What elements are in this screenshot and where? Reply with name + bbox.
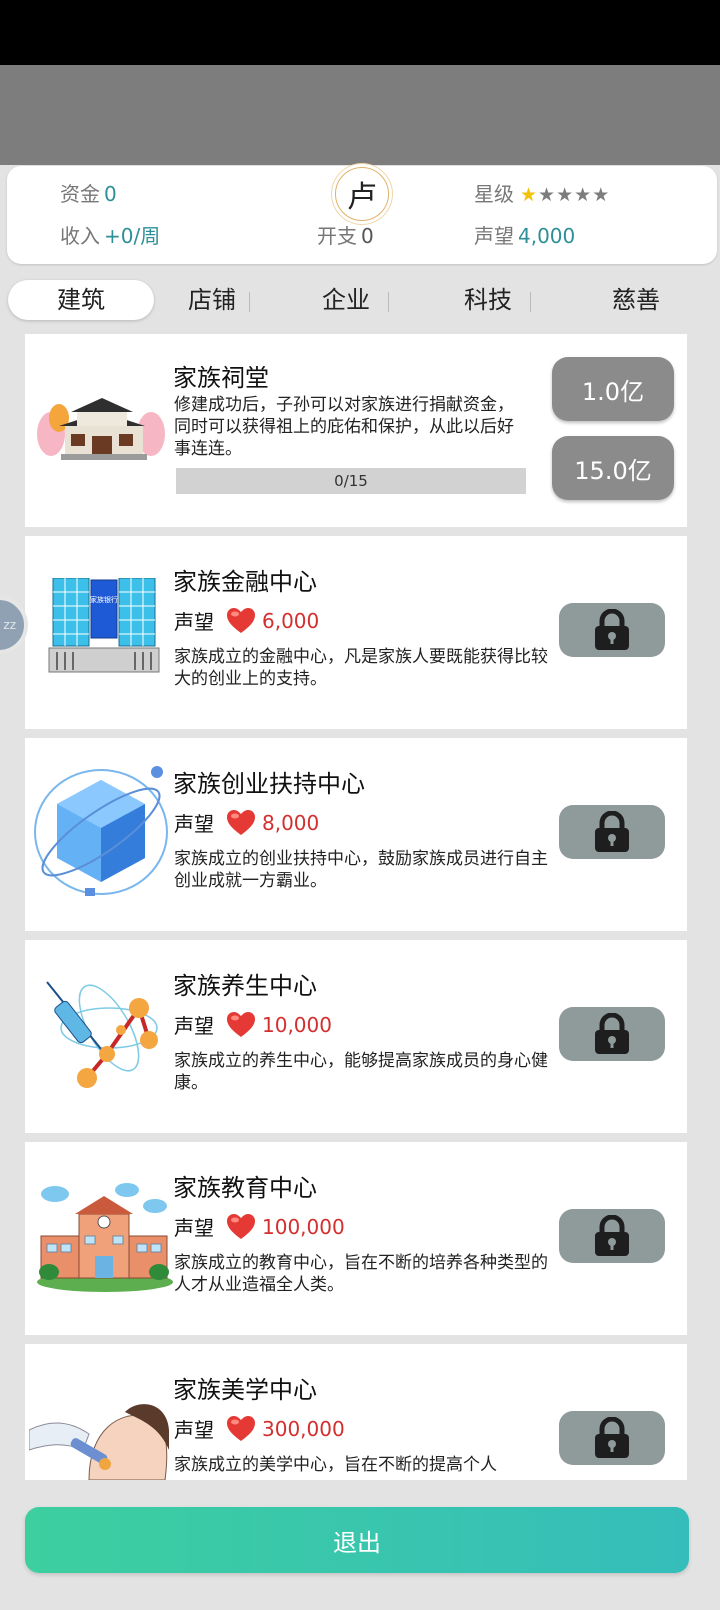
building-card-finance-center: 家族银行 家族金融中心 声望 6,000 家族成立的金融中心，凡是家族人要既能获… xyxy=(25,536,687,729)
star-empty-icon: ★ xyxy=(556,184,574,206)
reputation-label: 声望 xyxy=(174,1216,214,1240)
star-empty-icon: ★ xyxy=(574,184,592,206)
floating-button-label: zz xyxy=(3,618,16,632)
locked-button[interactable] xyxy=(559,805,665,859)
bank-sign: 家族银行 xyxy=(90,595,118,604)
bank-building-icon: 家族银行 xyxy=(48,578,160,673)
locked-button[interactable] xyxy=(559,1209,665,1263)
heart-icon xyxy=(227,1213,255,1239)
tab-divider xyxy=(388,292,389,312)
reputation-requirement: 声望 6,000 xyxy=(174,606,319,635)
donation-progress-bar: 0/15 xyxy=(176,468,526,494)
reputation-stat: 声望 4,000 xyxy=(474,220,575,249)
building-list[interactable]: 家族祠堂 修建成功后，子孙可以对家族进行捐献资金，同时可以获得祖上的庇佑和保护，… xyxy=(0,334,720,1480)
category-tabs: 建筑 店铺 企业 科技 慈善 xyxy=(0,280,720,324)
crystal-globe-icon xyxy=(34,766,168,896)
locked-button[interactable] xyxy=(559,603,665,657)
building-card-ancestral-hall: 家族祠堂 修建成功后，子孙可以对家族进行捐献资金，同时可以获得祖上的庇佑和保护，… xyxy=(25,334,687,527)
reputation-requirement: 声望 8,000 xyxy=(174,808,319,837)
heart-icon xyxy=(227,1011,255,1037)
building-description: 家族成立的养生中心，能够提高家族成员的身心健康。 xyxy=(174,1051,548,1093)
star-level-label: 星级 xyxy=(474,182,514,206)
tab-buildings[interactable]: 建筑 xyxy=(8,280,154,320)
reputation-requirement: 声望 100,000 xyxy=(174,1212,345,1241)
building-title: 家族教育中心 xyxy=(173,1174,317,1202)
reputation-label: 声望 xyxy=(174,1014,214,1038)
school-building-icon xyxy=(37,1183,173,1292)
build-cost-button[interactable]: 1.0亿 xyxy=(552,357,674,421)
income-label: 收入 xyxy=(60,224,100,248)
reputation-value: 10,000 xyxy=(262,1012,332,1037)
reputation-value: 100,000 xyxy=(262,1214,345,1239)
reputation-label: 声望 xyxy=(474,224,514,248)
star-filled-icon: ★ xyxy=(520,184,538,206)
reputation-requirement: 声望 300,000 xyxy=(174,1414,345,1443)
reputation-requirement: 声望 10,000 xyxy=(174,1010,332,1039)
reputation-label: 声望 xyxy=(174,1418,214,1442)
family-seal[interactable]: 卢 xyxy=(335,167,389,221)
star-rating: ★ ★ ★ ★ ★ xyxy=(520,186,609,205)
top-banner xyxy=(0,65,720,165)
tab-charity[interactable]: 慈善 xyxy=(596,280,676,320)
funds-value: 0 xyxy=(104,182,117,206)
star-empty-icon: ★ xyxy=(592,184,610,206)
lock-icon xyxy=(595,811,629,852)
expense-value: 0 xyxy=(361,224,374,248)
funds-label: 资金 xyxy=(60,182,100,206)
heart-icon xyxy=(227,809,255,835)
tab-divider xyxy=(249,292,250,312)
exit-button[interactable]: 退出 xyxy=(25,1507,689,1573)
building-title: 家族金融中心 xyxy=(173,568,317,596)
income-value: +0/周 xyxy=(104,224,161,248)
reputation-value: 6,000 xyxy=(262,608,320,633)
building-card-wellness-center: 家族养生中心 声望 10,000 家族成立的养生中心，能够提高家族成员的身心健康… xyxy=(25,940,687,1133)
expense-label: 开支 xyxy=(317,224,357,248)
star-level-stat: 星级 ★ ★ ★ ★ ★ xyxy=(474,178,609,207)
building-title: 家族养生中心 xyxy=(173,972,317,1000)
building-card-aesthetics-center: 家族美学中心 声望 300,000 家族成立的美学中心，旨在不断的提高个人 xyxy=(25,1344,687,1480)
reputation-label: 声望 xyxy=(174,812,214,836)
tab-divider xyxy=(530,292,531,312)
expense-stat: 开支 0 xyxy=(317,220,374,249)
building-description: 家族成立的美学中心，旨在不断的提高个人 xyxy=(174,1455,497,1475)
income-stat: 收入 +0/周 xyxy=(60,220,160,249)
progress-text: 0/15 xyxy=(334,472,368,490)
lock-icon xyxy=(595,1013,629,1054)
building-card-startup-center: 家族创业扶持中心 声望 8,000 家族成立的创业扶持中心，鼓励家族成员进行自主… xyxy=(25,738,687,931)
building-description: 家族成立的创业扶持中心，鼓励家族成员进行自主创业成就一方霸业。 xyxy=(174,849,548,891)
reputation-value: 300,000 xyxy=(262,1416,345,1441)
building-description: 家族成立的金融中心，凡是家族人要既能获得比较大的创业上的支持。 xyxy=(174,647,548,689)
upgrade-cost-button[interactable]: 15.0亿 xyxy=(552,436,674,500)
building-description: 修建成功后，子孙可以对家族进行捐献资金，同时可以获得祖上的庇佑和保护，从此以后好… xyxy=(174,395,514,459)
lock-icon xyxy=(595,1215,629,1256)
lock-icon xyxy=(595,1417,629,1458)
status-bar xyxy=(0,0,720,65)
locked-button[interactable] xyxy=(559,1411,665,1465)
star-empty-icon: ★ xyxy=(538,184,556,206)
tab-enterprise[interactable]: 企业 xyxy=(306,280,386,320)
beauty-treatment-icon xyxy=(29,1404,169,1480)
building-card-education-center: 家族教育中心 声望 100,000 家族成立的教育中心，旨在不断的培养各种类型的… xyxy=(25,1142,687,1335)
lock-icon xyxy=(595,609,629,650)
heart-icon xyxy=(227,1415,255,1441)
heart-icon xyxy=(227,607,255,633)
building-title: 家族祠堂 xyxy=(173,364,269,392)
tab-shops[interactable]: 店铺 xyxy=(172,280,252,320)
locked-button[interactable] xyxy=(559,1007,665,1061)
reputation-value: 8,000 xyxy=(262,810,320,835)
reputation-label: 声望 xyxy=(174,610,214,634)
syringe-molecule-icon xyxy=(46,981,158,1088)
building-title: 家族创业扶持中心 xyxy=(173,770,365,798)
tab-technology[interactable]: 科技 xyxy=(448,280,528,320)
building-description: 家族成立的教育中心，旨在不断的培养各种类型的人才从业造福全人类。 xyxy=(174,1253,548,1295)
reputation-value: 4,000 xyxy=(518,224,576,248)
ancestral-hall-icon xyxy=(37,398,165,460)
funds-stat: 资金 0 xyxy=(60,178,117,207)
building-title: 家族美学中心 xyxy=(173,1376,317,1404)
